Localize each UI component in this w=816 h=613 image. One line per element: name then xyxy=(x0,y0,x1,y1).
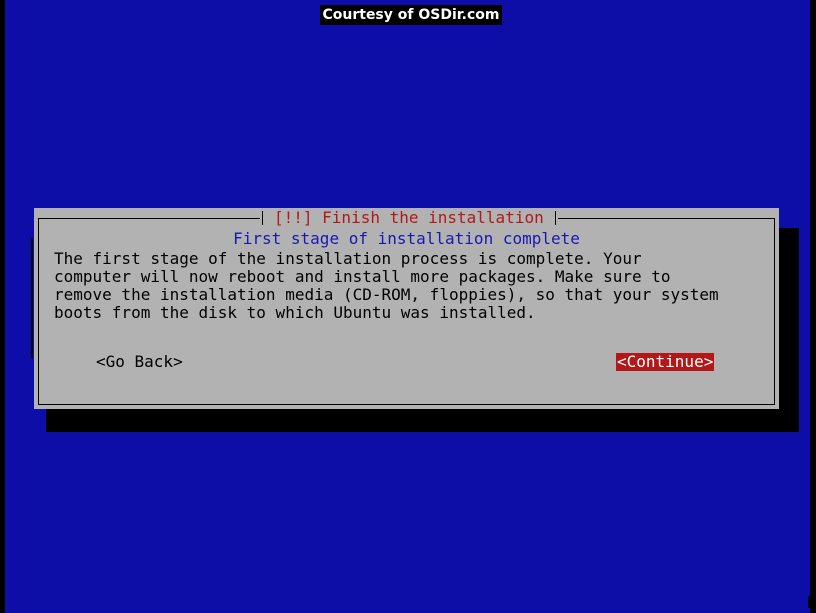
go-back-button[interactable]: <Go Back> xyxy=(96,353,183,371)
message-line: remove the installation media (CD-ROM, f… xyxy=(54,285,719,304)
message-line: boots from the disk to which Ubuntu was … xyxy=(54,303,536,322)
dialog-right-edge xyxy=(782,238,784,358)
dialog-title: [!!] Finish the installation xyxy=(274,208,544,227)
dialog-message: The first stage of the installation proc… xyxy=(54,250,719,322)
watermark-label: Courtesy of OSDir.com xyxy=(320,5,502,25)
message-line: The first stage of the installation proc… xyxy=(54,249,642,268)
message-line: computer will now reboot and install mor… xyxy=(54,267,671,286)
dialog-subtitle: First stage of installation complete xyxy=(233,229,580,248)
dialog-left-edge xyxy=(31,238,33,358)
finish-installation-dialog: [!!] Finish the installation First stage… xyxy=(34,208,779,409)
continue-button[interactable]: <Continue> xyxy=(616,353,715,371)
corner-mark xyxy=(808,596,816,608)
dialog-title-bar: [!!] Finish the installation xyxy=(260,208,558,228)
